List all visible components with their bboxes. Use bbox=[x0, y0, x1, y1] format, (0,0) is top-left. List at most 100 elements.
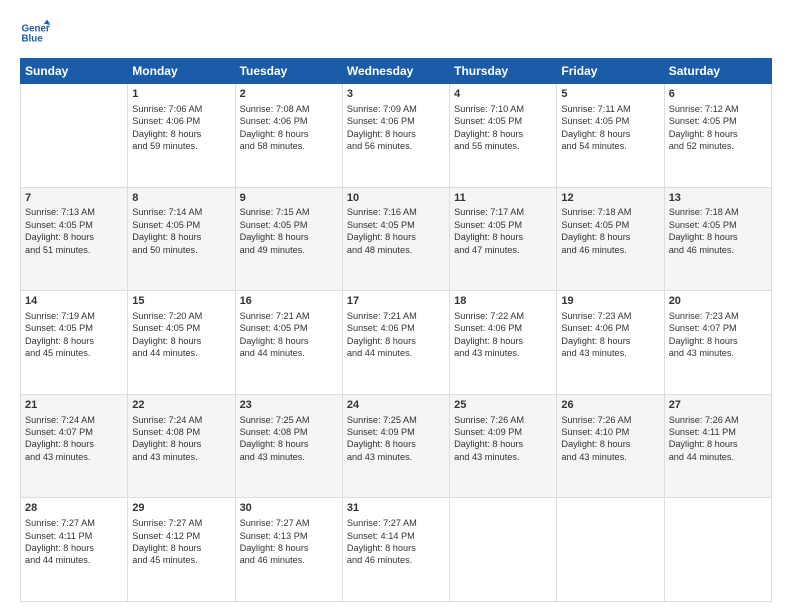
day-info: and 45 minutes. bbox=[25, 347, 123, 359]
day-info: Daylight: 8 hours bbox=[669, 128, 767, 140]
day-info: Sunrise: 7:09 AM bbox=[347, 103, 445, 115]
day-info: Sunset: 4:09 PM bbox=[347, 426, 445, 438]
day-info: Daylight: 8 hours bbox=[669, 231, 767, 243]
day-info: Sunrise: 7:16 AM bbox=[347, 206, 445, 218]
calendar-cell: 1Sunrise: 7:06 AMSunset: 4:06 PMDaylight… bbox=[128, 84, 235, 188]
page: General Blue SundayMondayTuesdayWednesda… bbox=[0, 0, 792, 612]
day-info: Sunset: 4:06 PM bbox=[561, 322, 659, 334]
day-number: 2 bbox=[240, 87, 338, 102]
day-number: 14 bbox=[25, 294, 123, 309]
calendar-cell: 8Sunrise: 7:14 AMSunset: 4:05 PMDaylight… bbox=[128, 187, 235, 291]
day-info: Sunset: 4:06 PM bbox=[454, 322, 552, 334]
day-info: Sunset: 4:11 PM bbox=[25, 530, 123, 542]
day-number: 1 bbox=[132, 87, 230, 102]
day-info: Sunrise: 7:20 AM bbox=[132, 310, 230, 322]
svg-text:Blue: Blue bbox=[22, 33, 44, 44]
day-info: Sunset: 4:06 PM bbox=[347, 322, 445, 334]
day-info: Daylight: 8 hours bbox=[240, 231, 338, 243]
day-info: Daylight: 8 hours bbox=[561, 128, 659, 140]
day-info: Daylight: 8 hours bbox=[454, 335, 552, 347]
day-info: Sunset: 4:05 PM bbox=[240, 219, 338, 231]
calendar-cell bbox=[21, 84, 128, 188]
calendar-cell: 15Sunrise: 7:20 AMSunset: 4:05 PMDayligh… bbox=[128, 291, 235, 395]
day-info: Sunrise: 7:25 AM bbox=[347, 414, 445, 426]
day-info: Sunrise: 7:17 AM bbox=[454, 206, 552, 218]
day-info: Daylight: 8 hours bbox=[669, 438, 767, 450]
day-info: and 55 minutes. bbox=[454, 140, 552, 152]
day-info: and 59 minutes. bbox=[132, 140, 230, 152]
day-info: Sunset: 4:14 PM bbox=[347, 530, 445, 542]
day-number: 6 bbox=[669, 87, 767, 102]
day-info: Sunrise: 7:24 AM bbox=[25, 414, 123, 426]
day-info: Sunset: 4:05 PM bbox=[240, 322, 338, 334]
day-info: Sunrise: 7:21 AM bbox=[347, 310, 445, 322]
day-info: Sunset: 4:06 PM bbox=[132, 115, 230, 127]
day-info: and 45 minutes. bbox=[132, 554, 230, 566]
day-info: Sunrise: 7:10 AM bbox=[454, 103, 552, 115]
day-number: 17 bbox=[347, 294, 445, 309]
day-number: 20 bbox=[669, 294, 767, 309]
day-info: and 43 minutes. bbox=[454, 347, 552, 359]
day-info: Sunset: 4:05 PM bbox=[561, 219, 659, 231]
day-info: Sunrise: 7:08 AM bbox=[240, 103, 338, 115]
day-info: Sunrise: 7:27 AM bbox=[347, 517, 445, 529]
day-info: Sunset: 4:05 PM bbox=[454, 115, 552, 127]
day-number: 13 bbox=[669, 191, 767, 206]
day-info: Sunrise: 7:26 AM bbox=[561, 414, 659, 426]
weekday-header: Sunday bbox=[21, 59, 128, 84]
calendar-cell: 24Sunrise: 7:25 AMSunset: 4:09 PMDayligh… bbox=[342, 394, 449, 498]
day-info: Daylight: 8 hours bbox=[25, 335, 123, 347]
day-info: and 56 minutes. bbox=[347, 140, 445, 152]
calendar-cell: 12Sunrise: 7:18 AMSunset: 4:05 PMDayligh… bbox=[557, 187, 664, 291]
day-info: Daylight: 8 hours bbox=[347, 231, 445, 243]
day-info: Sunrise: 7:27 AM bbox=[240, 517, 338, 529]
calendar-cell: 17Sunrise: 7:21 AMSunset: 4:06 PMDayligh… bbox=[342, 291, 449, 395]
day-number: 3 bbox=[347, 87, 445, 102]
day-info: Sunrise: 7:26 AM bbox=[454, 414, 552, 426]
day-number: 25 bbox=[454, 398, 552, 413]
day-info: and 43 minutes. bbox=[25, 451, 123, 463]
day-info: Daylight: 8 hours bbox=[25, 231, 123, 243]
day-info: Sunrise: 7:14 AM bbox=[132, 206, 230, 218]
calendar-cell: 2Sunrise: 7:08 AMSunset: 4:06 PMDaylight… bbox=[235, 84, 342, 188]
day-info: Daylight: 8 hours bbox=[669, 335, 767, 347]
day-info: and 58 minutes. bbox=[240, 140, 338, 152]
day-info: Sunrise: 7:25 AM bbox=[240, 414, 338, 426]
day-info: and 44 minutes. bbox=[25, 554, 123, 566]
day-info: Sunrise: 7:26 AM bbox=[669, 414, 767, 426]
weekday-header: Friday bbox=[557, 59, 664, 84]
day-info: Sunrise: 7:19 AM bbox=[25, 310, 123, 322]
day-info: and 46 minutes. bbox=[240, 554, 338, 566]
day-info: Daylight: 8 hours bbox=[454, 128, 552, 140]
day-info: and 46 minutes. bbox=[347, 554, 445, 566]
day-info: and 49 minutes. bbox=[240, 244, 338, 256]
calendar-cell: 20Sunrise: 7:23 AMSunset: 4:07 PMDayligh… bbox=[664, 291, 771, 395]
day-info: and 43 minutes. bbox=[240, 451, 338, 463]
day-number: 28 bbox=[25, 501, 123, 516]
day-number: 18 bbox=[454, 294, 552, 309]
calendar-cell: 4Sunrise: 7:10 AMSunset: 4:05 PMDaylight… bbox=[450, 84, 557, 188]
header: General Blue bbox=[20, 18, 772, 48]
day-info: Sunrise: 7:11 AM bbox=[561, 103, 659, 115]
day-info: Sunset: 4:12 PM bbox=[132, 530, 230, 542]
day-info: Sunrise: 7:24 AM bbox=[132, 414, 230, 426]
day-number: 23 bbox=[240, 398, 338, 413]
day-info: Sunset: 4:13 PM bbox=[240, 530, 338, 542]
day-info: Daylight: 8 hours bbox=[561, 438, 659, 450]
calendar-cell: 21Sunrise: 7:24 AMSunset: 4:07 PMDayligh… bbox=[21, 394, 128, 498]
day-info: Sunrise: 7:15 AM bbox=[240, 206, 338, 218]
calendar-cell: 26Sunrise: 7:26 AMSunset: 4:10 PMDayligh… bbox=[557, 394, 664, 498]
day-info: Sunrise: 7:27 AM bbox=[132, 517, 230, 529]
day-info: Daylight: 8 hours bbox=[561, 335, 659, 347]
day-info: and 46 minutes. bbox=[561, 244, 659, 256]
day-info: Sunset: 4:09 PM bbox=[454, 426, 552, 438]
day-number: 7 bbox=[25, 191, 123, 206]
day-info: Sunset: 4:08 PM bbox=[240, 426, 338, 438]
day-info: and 50 minutes. bbox=[132, 244, 230, 256]
day-info: and 43 minutes. bbox=[132, 451, 230, 463]
logo-icon: General Blue bbox=[20, 18, 50, 48]
day-info: Daylight: 8 hours bbox=[347, 128, 445, 140]
day-info: Daylight: 8 hours bbox=[454, 231, 552, 243]
day-info: Sunrise: 7:06 AM bbox=[132, 103, 230, 115]
day-info: Daylight: 8 hours bbox=[132, 128, 230, 140]
